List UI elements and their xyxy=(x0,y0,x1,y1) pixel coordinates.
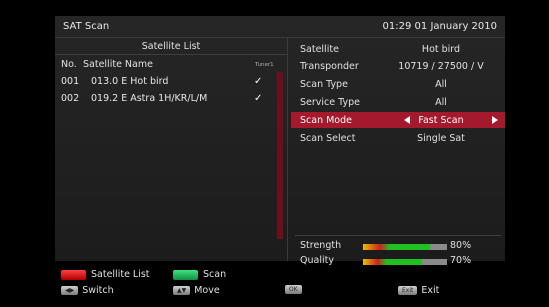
param-value: 10719 / 27500 / V xyxy=(398,60,484,72)
check-icon[interactable]: ✓ xyxy=(254,76,262,87)
param-value: Fast Scan xyxy=(418,114,464,126)
move-hint[interactable]: ▲▼ Move xyxy=(173,285,220,296)
param-value: All xyxy=(435,96,447,108)
param-value: Single Sat xyxy=(417,132,465,144)
satellite-no: 001 xyxy=(61,76,80,87)
param-scan-select[interactable]: Scan Select Single Sat xyxy=(291,130,505,146)
green-key-hint[interactable]: Scan xyxy=(173,269,226,280)
arrow-right-icon[interactable] xyxy=(492,116,498,124)
strength-label: Strength xyxy=(300,240,342,251)
exit-key-icon: Exit xyxy=(398,286,418,295)
satellite-no: 002 xyxy=(61,93,80,104)
left-right-key-icon: ◀▶ xyxy=(61,286,79,295)
col-name-header: Satellite Name xyxy=(83,58,153,70)
red-key-hint[interactable]: Satellite List xyxy=(61,269,150,280)
param-service-type[interactable]: Service Type All xyxy=(291,94,505,110)
red-key-icon xyxy=(61,269,86,280)
switch-hint[interactable]: ◀▶ Switch xyxy=(61,285,114,296)
title-bar: SAT Scan 01:29 01 January 2010 xyxy=(55,16,505,38)
green-key-icon xyxy=(173,269,198,280)
param-label: Service Type xyxy=(300,96,360,108)
list-header: No. Satellite Name Tuner1 xyxy=(55,55,287,73)
param-scan-mode[interactable]: Scan Mode Fast Scan xyxy=(291,112,505,128)
switch-label: Switch xyxy=(82,285,114,296)
signal-separator xyxy=(295,235,501,236)
strength-percent: 80% xyxy=(450,240,472,251)
red-key-label: Satellite List xyxy=(91,269,150,280)
satellite-name: 013.0 E Hot bird xyxy=(91,76,169,87)
param-label: Satellite xyxy=(300,43,339,55)
check-icon[interactable]: ✓ xyxy=(254,93,262,104)
panel-divider xyxy=(287,38,288,261)
list-scrollbar[interactable] xyxy=(277,72,283,239)
param-label: Scan Mode xyxy=(300,114,352,126)
satellite-row[interactable]: 002 019.2 E Astra 1H/KR/L/M ✓ xyxy=(55,90,287,107)
screen-title: SAT Scan xyxy=(63,21,110,32)
param-scan-type[interactable]: Scan Type All xyxy=(291,76,505,92)
param-value: All xyxy=(435,78,447,90)
move-label: Move xyxy=(194,285,220,296)
param-value: Hot bird xyxy=(421,43,461,55)
exit-label: Exit xyxy=(421,285,440,296)
footer-help-bar: Satellite List Scan ◀▶ Switch ▲▼ Move OK… xyxy=(55,264,505,302)
col-no-header: No. xyxy=(61,58,77,70)
strength-bar xyxy=(363,244,447,250)
sat-scan-screen: SAT Scan 01:29 01 January 2010 Satellite… xyxy=(55,16,505,266)
strength-bar-fill xyxy=(363,244,431,250)
param-label: Transponder xyxy=(300,60,359,72)
ok-hint[interactable]: OK xyxy=(285,285,306,294)
scan-params-panel: Satellite Hot bird Transponder 10719 / 2… xyxy=(291,38,505,266)
param-label: Scan Select xyxy=(300,132,356,144)
col-tuner-header: Tuner1 xyxy=(255,62,274,68)
param-transponder[interactable]: Transponder 10719 / 27500 / V xyxy=(291,58,505,74)
green-key-label: Scan xyxy=(203,269,227,280)
ok-key-icon: OK xyxy=(285,285,302,294)
exit-hint[interactable]: Exit Exit xyxy=(398,285,439,296)
up-down-key-icon: ▲▼ xyxy=(173,286,191,295)
satellite-name: 019.2 E Astra 1H/KR/L/M xyxy=(91,93,208,104)
satellite-list-panel: Satellite List No. Satellite Name Tuner1… xyxy=(55,38,287,261)
datetime: 01:29 01 January 2010 xyxy=(382,21,497,32)
satellite-list-heading: Satellite List xyxy=(55,38,287,55)
strength-meter: Strength 80% xyxy=(291,240,505,254)
param-satellite[interactable]: Satellite Hot bird xyxy=(291,41,505,57)
param-label: Scan Type xyxy=(300,78,348,90)
satellite-row[interactable]: 001 013.0 E Hot bird ✓ xyxy=(55,73,287,90)
